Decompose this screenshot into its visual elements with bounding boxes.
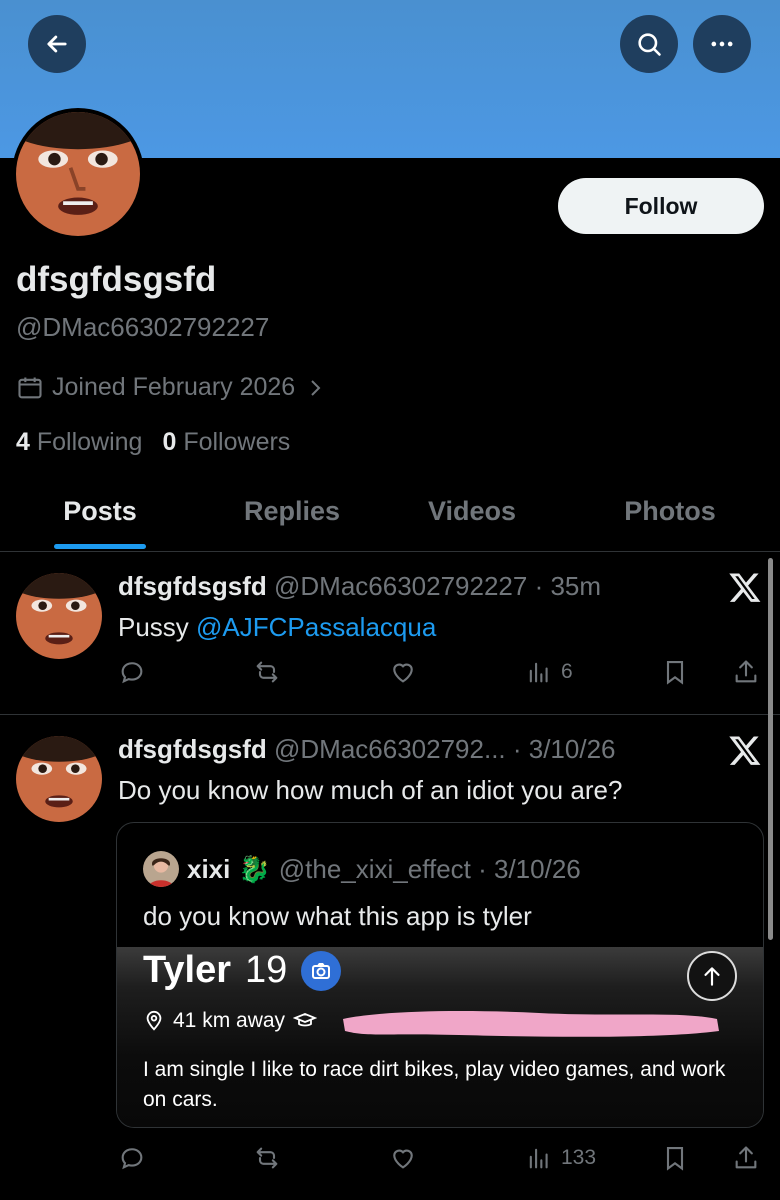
reply-icon bbox=[121, 662, 143, 684]
like-button[interactable] bbox=[389, 658, 417, 686]
post-author-name[interactable]: dfsgfdsgsfd bbox=[118, 571, 267, 601]
distance-text: 41 km away bbox=[173, 1009, 286, 1032]
post-avatar[interactable] bbox=[16, 573, 102, 659]
post-header: dfsgfdsgsfd @DMac66302792227 · 35m bbox=[118, 571, 601, 602]
repost-icon bbox=[256, 1147, 278, 1169]
bookmark-icon bbox=[666, 661, 684, 685]
views-count: 133 bbox=[561, 1146, 597, 1169]
profile-handle: @DMac66302792227 bbox=[16, 312, 270, 342]
views-button[interactable]: 6 bbox=[525, 658, 573, 686]
post-handle-time: @DMac66302792227 · 35m bbox=[274, 571, 602, 601]
quote-media-image[interactable]: Tyler 19 41 km away I am single I like t… bbox=[117, 947, 763, 1127]
repost-button[interactable] bbox=[253, 1144, 281, 1172]
post-body: Do you know how much of an idiot you are… bbox=[118, 775, 623, 805]
quote-author-name: xixi bbox=[187, 853, 231, 884]
followers-label: Followers bbox=[183, 428, 291, 456]
share-button[interactable] bbox=[732, 1144, 760, 1172]
post-handle-time: @DMac66302792... · 3/10/26 bbox=[274, 734, 616, 764]
share-icon bbox=[735, 660, 757, 683]
joined-text: Joined February 2026 bbox=[52, 373, 296, 401]
share-button[interactable] bbox=[732, 658, 760, 686]
bookmark-icon bbox=[666, 1147, 684, 1171]
reply-button[interactable] bbox=[118, 1144, 146, 1172]
post-text: Pussy @AJFCPassalacqua bbox=[118, 612, 436, 643]
face-photo bbox=[16, 112, 140, 236]
mention-link[interactable]: @AJFCPassalacqua bbox=[196, 612, 436, 642]
calendar-icon bbox=[18, 377, 42, 398]
tinder-bio: I am single I like to race dirt bikes, p… bbox=[143, 1058, 726, 1111]
tab-posts[interactable]: Posts bbox=[63, 496, 137, 527]
tinder-age: 19 bbox=[245, 949, 288, 991]
x-logo-icon bbox=[729, 736, 761, 765]
views-button[interactable]: 133 bbox=[525, 1144, 596, 1172]
search-icon bbox=[638, 33, 661, 56]
post-body: Pussy bbox=[118, 612, 197, 642]
post-author-name[interactable]: dfsgfdsgsfd bbox=[118, 734, 267, 764]
bookmark-button[interactable] bbox=[661, 658, 689, 686]
face-photo bbox=[16, 736, 102, 822]
views-icon bbox=[529, 662, 548, 683]
post-header: dfsgfdsgsfd @DMac66302792... · 3/10/26 bbox=[118, 734, 616, 765]
following-link[interactable]: 4 Following bbox=[16, 428, 142, 457]
reply-icon bbox=[121, 1148, 143, 1170]
profile-avatar[interactable] bbox=[12, 108, 144, 240]
following-count: 4 bbox=[16, 428, 30, 456]
follow-button[interactable]: Follow bbox=[558, 178, 764, 234]
face-photo bbox=[16, 573, 102, 659]
chevron-right-icon bbox=[311, 379, 321, 396]
joined-date[interactable]: Joined February 2026 bbox=[16, 373, 327, 402]
tinder-name: Tyler bbox=[143, 949, 232, 991]
followers-count: 0 bbox=[162, 428, 177, 456]
profile-tabs: Posts Replies Videos Photos bbox=[0, 490, 780, 552]
following-label: Following bbox=[36, 428, 143, 456]
bookmark-button[interactable] bbox=[661, 1144, 689, 1172]
followers-link[interactable]: 0 Followers bbox=[162, 428, 290, 457]
tinder-distance: 41 km away bbox=[143, 1009, 318, 1033]
profile-display-name: dfsgfdsgsfd bbox=[16, 260, 217, 299]
more-horizontal-icon bbox=[711, 41, 733, 47]
scrollbar[interactable] bbox=[768, 558, 773, 940]
location-pin-icon bbox=[146, 1010, 162, 1031]
x-logo-icon bbox=[729, 573, 761, 602]
heart-icon bbox=[393, 1149, 413, 1169]
active-tab-indicator bbox=[54, 544, 146, 549]
quote-avatar bbox=[143, 851, 179, 887]
post-divider bbox=[0, 714, 780, 715]
quote-text: do you know what this app is tyler bbox=[143, 901, 532, 931]
more-button[interactable] bbox=[693, 15, 751, 73]
reply-button[interactable] bbox=[118, 658, 146, 686]
heart-icon bbox=[393, 663, 413, 683]
repost-icon bbox=[256, 661, 278, 683]
redaction-mark bbox=[343, 1011, 719, 1037]
tinder-name-age: Tyler 19 bbox=[143, 949, 342, 992]
post-actions: 6 bbox=[0, 658, 780, 694]
like-button[interactable] bbox=[389, 1144, 417, 1172]
share-icon bbox=[735, 1146, 757, 1169]
dragon-emoji: 🐉 bbox=[238, 853, 271, 884]
search-button[interactable] bbox=[620, 15, 678, 73]
arrow-up-icon bbox=[687, 951, 737, 1001]
verified-camera-icon bbox=[301, 950, 342, 991]
tab-photos[interactable]: Photos bbox=[624, 496, 716, 527]
tab-replies[interactable]: Replies bbox=[244, 496, 340, 527]
views-count: 6 bbox=[561, 660, 573, 683]
post-avatar[interactable] bbox=[16, 736, 102, 822]
post-actions: 133 bbox=[0, 1144, 780, 1180]
repost-button[interactable] bbox=[253, 658, 281, 686]
arrow-left-icon bbox=[47, 35, 67, 53]
quoted-post[interactable]: xixi 🐉 @the_xixi_effect · 3/10/26 do you… bbox=[116, 822, 764, 1128]
quote-handle-time: @the_xixi_effect · 3/10/26 bbox=[278, 853, 581, 884]
tab-videos[interactable]: Videos bbox=[428, 496, 516, 527]
quote-header: xixi 🐉 @the_xixi_effect · 3/10/26 bbox=[143, 851, 581, 887]
back-button[interactable] bbox=[28, 15, 86, 73]
graduation-cap-icon bbox=[293, 1013, 318, 1027]
views-icon bbox=[529, 1148, 548, 1169]
follow-stats: 4 Following 0 Followers bbox=[16, 428, 290, 457]
